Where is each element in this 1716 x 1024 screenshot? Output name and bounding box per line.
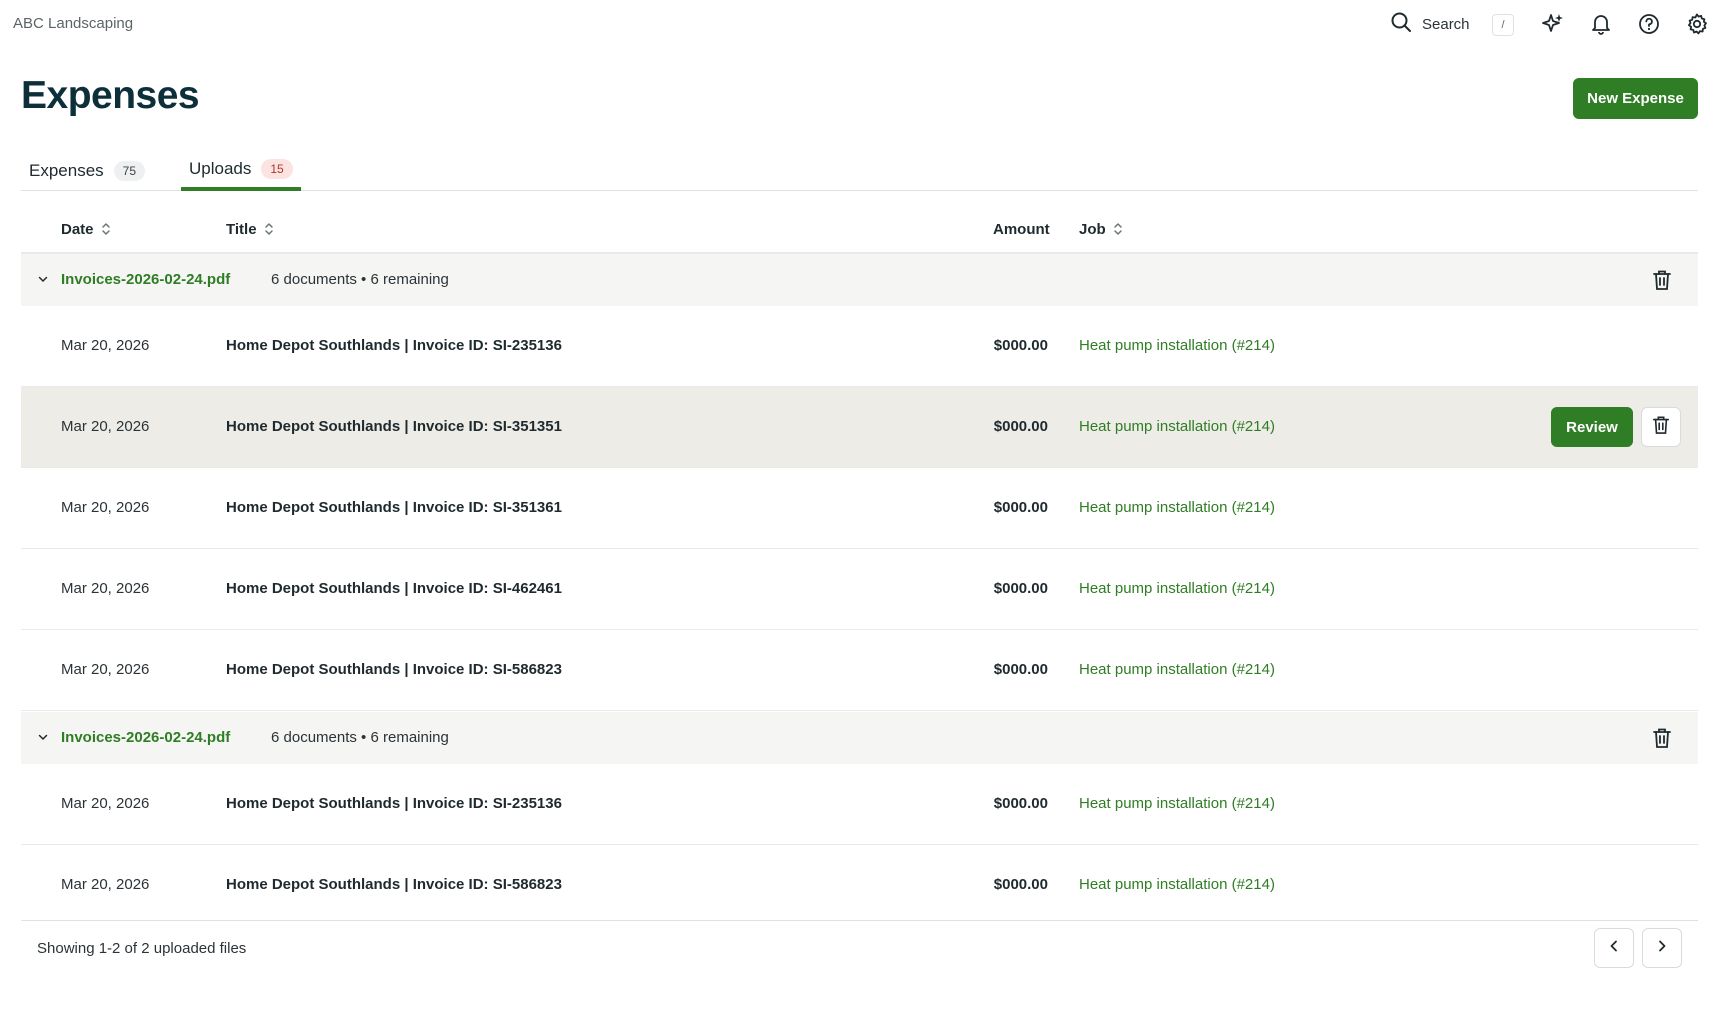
row-title: Home Depot Southlands | Invoice ID: SI-5… bbox=[226, 876, 562, 893]
pagination-summary: Showing 1-2 of 2 uploaded files bbox=[37, 940, 247, 957]
row-date: Mar 20, 2026 bbox=[61, 661, 150, 678]
row-job-link[interactable]: Heat pump installation (#214) bbox=[1079, 499, 1275, 516]
row-amount: $000.00 bbox=[993, 499, 1048, 516]
upload-group-meta: 6 documents • 6 remaining bbox=[271, 729, 449, 746]
table-row[interactable]: Mar 20, 2026 Home Depot Southlands | Inv… bbox=[21, 549, 1698, 630]
tab-label: Expenses bbox=[29, 160, 104, 180]
table-row[interactable]: Mar 20, 2026 Home Depot Southlands | Inv… bbox=[21, 387, 1698, 468]
tab-label: Uploads bbox=[189, 158, 252, 178]
row-job-link[interactable]: Heat pump installation (#214) bbox=[1079, 580, 1275, 597]
column-label: Title bbox=[226, 220, 257, 238]
column-label: Amount bbox=[993, 220, 1050, 238]
row-title: Home Depot Southlands | Invoice ID: SI-3… bbox=[226, 418, 562, 435]
new-expense-button[interactable]: New Expense bbox=[1573, 78, 1698, 119]
row-date: Mar 20, 2026 bbox=[61, 580, 150, 597]
row-amount: $000.00 bbox=[993, 418, 1048, 435]
footer-divider bbox=[21, 920, 1698, 921]
row-date: Mar 20, 2026 bbox=[61, 337, 150, 354]
table-row[interactable]: Mar 20, 2026 Home Depot Southlands | Inv… bbox=[21, 845, 1698, 926]
row-title: Home Depot Southlands | Invoice ID: SI-3… bbox=[226, 499, 562, 516]
help-icon[interactable] bbox=[1636, 11, 1662, 37]
chevron-down-icon[interactable] bbox=[37, 272, 49, 290]
table-row[interactable]: Mar 20, 2026 Home Depot Southlands | Inv… bbox=[21, 764, 1698, 845]
row-job-link[interactable]: Heat pump installation (#214) bbox=[1079, 876, 1275, 893]
table-row[interactable]: Mar 20, 2026 Home Depot Southlands | Inv… bbox=[21, 306, 1698, 387]
row-job-link[interactable]: Heat pump installation (#214) bbox=[1079, 418, 1275, 435]
row-title: Home Depot Southlands | Invoice ID: SI-2… bbox=[226, 337, 562, 354]
sort-icon[interactable] bbox=[1112, 221, 1124, 237]
row-job-link[interactable]: Heat pump installation (#214) bbox=[1079, 661, 1275, 678]
row-date: Mar 20, 2026 bbox=[61, 418, 150, 435]
next-page-button[interactable] bbox=[1642, 928, 1682, 968]
trash-icon bbox=[1652, 415, 1670, 440]
column-label: Date bbox=[61, 220, 94, 238]
top-bar: ABC Landscaping Search / bbox=[0, 0, 1716, 48]
table-row[interactable]: Mar 20, 2026 Home Depot Southlands | Inv… bbox=[21, 630, 1698, 711]
upload-group-header: Invoices-2026-02-24.pdf 6 documents • 6 … bbox=[21, 254, 1698, 306]
count-badge: 75 bbox=[113, 160, 146, 181]
column-label: Job bbox=[1079, 220, 1106, 238]
search-shortcut-key: / bbox=[1492, 14, 1514, 36]
row-delete-button[interactable] bbox=[1641, 407, 1681, 447]
upload-group-header: Invoices-2026-02-24.pdf 6 documents • 6 … bbox=[21, 712, 1698, 764]
search-button[interactable]: Search bbox=[1390, 12, 1470, 36]
chevron-right-icon bbox=[1655, 939, 1669, 958]
sort-icon[interactable] bbox=[100, 221, 112, 237]
tab-expenses[interactable]: Expenses 75 bbox=[21, 150, 153, 191]
search-label: Search bbox=[1422, 15, 1470, 33]
row-amount: $000.00 bbox=[993, 876, 1048, 893]
company-name: ABC Landscaping bbox=[13, 15, 134, 32]
search-icon bbox=[1390, 11, 1412, 38]
row-amount: $000.00 bbox=[993, 580, 1048, 597]
chevron-left-icon bbox=[1607, 939, 1621, 958]
chevron-down-icon[interactable] bbox=[37, 730, 49, 748]
column-header-title[interactable]: Title bbox=[226, 218, 275, 240]
previous-page-button[interactable] bbox=[1594, 928, 1634, 968]
upload-filename-link[interactable]: Invoices-2026-02-24.pdf bbox=[61, 271, 230, 288]
table-row[interactable]: Mar 20, 2026 Home Depot Southlands | Inv… bbox=[21, 468, 1698, 549]
count-badge: 15 bbox=[261, 158, 293, 179]
tab-bar: Expenses 75 Uploads 15 bbox=[21, 150, 1698, 191]
upload-filename-link[interactable]: Invoices-2026-02-24.pdf bbox=[61, 729, 230, 746]
row-title: Home Depot Southlands | Invoice ID: SI-4… bbox=[226, 580, 562, 597]
row-job-link[interactable]: Heat pump installation (#214) bbox=[1079, 795, 1275, 812]
page-title: Expenses bbox=[21, 74, 200, 117]
column-header-job[interactable]: Job bbox=[1079, 218, 1124, 240]
bell-icon[interactable] bbox=[1588, 11, 1614, 37]
row-amount: $000.00 bbox=[993, 795, 1048, 812]
trash-icon[interactable] bbox=[1652, 269, 1672, 296]
trash-icon[interactable] bbox=[1652, 727, 1672, 754]
gear-icon[interactable] bbox=[1684, 11, 1710, 37]
sort-icon[interactable] bbox=[263, 221, 275, 237]
column-header-date[interactable]: Date bbox=[61, 218, 112, 240]
column-header-amount: Amount bbox=[993, 218, 1050, 240]
row-job-link[interactable]: Heat pump installation (#214) bbox=[1079, 337, 1275, 354]
row-date: Mar 20, 2026 bbox=[61, 876, 150, 893]
row-amount: $000.00 bbox=[993, 661, 1048, 678]
row-date: Mar 20, 2026 bbox=[61, 795, 150, 812]
row-title: Home Depot Southlands | Invoice ID: SI-2… bbox=[226, 795, 562, 812]
sparkle-icon[interactable] bbox=[1540, 11, 1566, 37]
upload-group-meta: 6 documents • 6 remaining bbox=[271, 271, 449, 288]
review-button[interactable]: Review bbox=[1551, 407, 1633, 447]
tab-uploads[interactable]: Uploads 15 bbox=[181, 150, 301, 191]
row-amount: $000.00 bbox=[993, 337, 1048, 354]
row-title: Home Depot Southlands | Invoice ID: SI-5… bbox=[226, 661, 562, 678]
row-date: Mar 20, 2026 bbox=[61, 499, 150, 516]
